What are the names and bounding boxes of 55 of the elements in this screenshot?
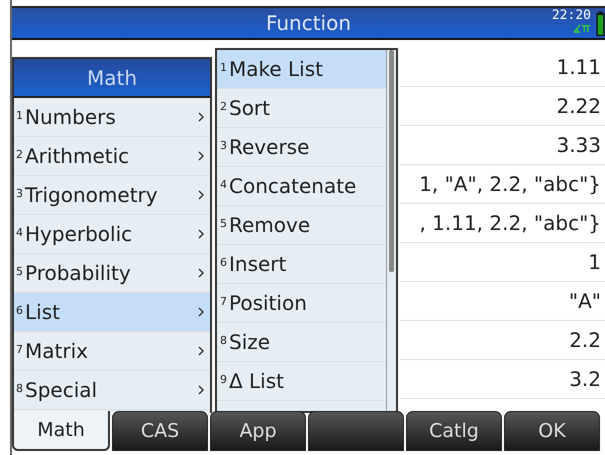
item-number: 2: [220, 100, 227, 113]
history-result: , 1.11, 2.2, "abc"}: [419, 211, 601, 235]
item-number: 8: [16, 382, 23, 395]
item-number: 1: [16, 109, 23, 122]
item-label: Sort: [229, 96, 271, 120]
item-number: 8: [220, 334, 227, 347]
item-label: Insert: [229, 252, 288, 276]
history-result: 3.33: [556, 133, 601, 157]
item-label: Δ List: [229, 369, 285, 393]
history-result: 1.11: [556, 55, 601, 79]
screen-title: Function: [266, 11, 352, 35]
item-number: 3: [220, 139, 227, 152]
history-result: "A": [568, 289, 601, 313]
history-result: 2.22: [556, 94, 601, 118]
item-number: 9: [220, 373, 227, 386]
item-number: 4: [16, 226, 23, 239]
history-result: 1: [588, 250, 601, 274]
clock-time: 22:20: [552, 8, 591, 23]
item-label: Reverse: [229, 135, 310, 159]
item-label: Remove: [229, 213, 312, 237]
item-label: Size: [229, 330, 272, 354]
item-number: 6: [220, 256, 227, 269]
soft-key[interactable]: OK: [504, 411, 600, 451]
history-result: 3.2: [569, 367, 601, 391]
item-number: 7: [220, 295, 227, 308]
item-number: 7: [16, 343, 23, 356]
item-label: Special: [25, 378, 98, 402]
item-label: Matrix: [25, 339, 89, 363]
item-number: 5: [220, 217, 227, 230]
soft-key[interactable]: Catlg: [406, 411, 502, 451]
soft-key[interactable]: [308, 411, 404, 451]
angle-pi-icon: [573, 24, 591, 33]
item-number: 2: [16, 148, 23, 161]
soft-key[interactable]: App: [210, 411, 306, 451]
item-number: 4: [220, 178, 227, 191]
soft-key[interactable]: CAS: [112, 411, 208, 451]
item-label: Trigonometry: [25, 183, 159, 207]
history-result: 1, "A", 2.2, "abc"}: [419, 172, 601, 196]
item-label: Numbers: [25, 105, 117, 129]
item-number: 5: [16, 265, 23, 278]
history-result: 2.2: [569, 328, 601, 352]
item-number: 6: [16, 304, 23, 317]
item-label: List: [25, 300, 61, 324]
item-number: 1: [220, 61, 227, 74]
battery-icon: [596, 11, 605, 37]
item-label: Arithmetic: [25, 144, 130, 168]
item-label: Make List: [229, 57, 324, 81]
item-number: 3: [16, 187, 23, 200]
soft-key[interactable]: Math: [12, 411, 110, 451]
scrollbar-thumb[interactable]: [389, 50, 394, 272]
item-label: Probability: [25, 261, 132, 285]
item-label: Position: [229, 291, 308, 315]
item-label: Concatenate: [229, 174, 358, 198]
menu-title: Math: [14, 59, 210, 98]
item-label: Hyperbolic: [25, 222, 134, 246]
